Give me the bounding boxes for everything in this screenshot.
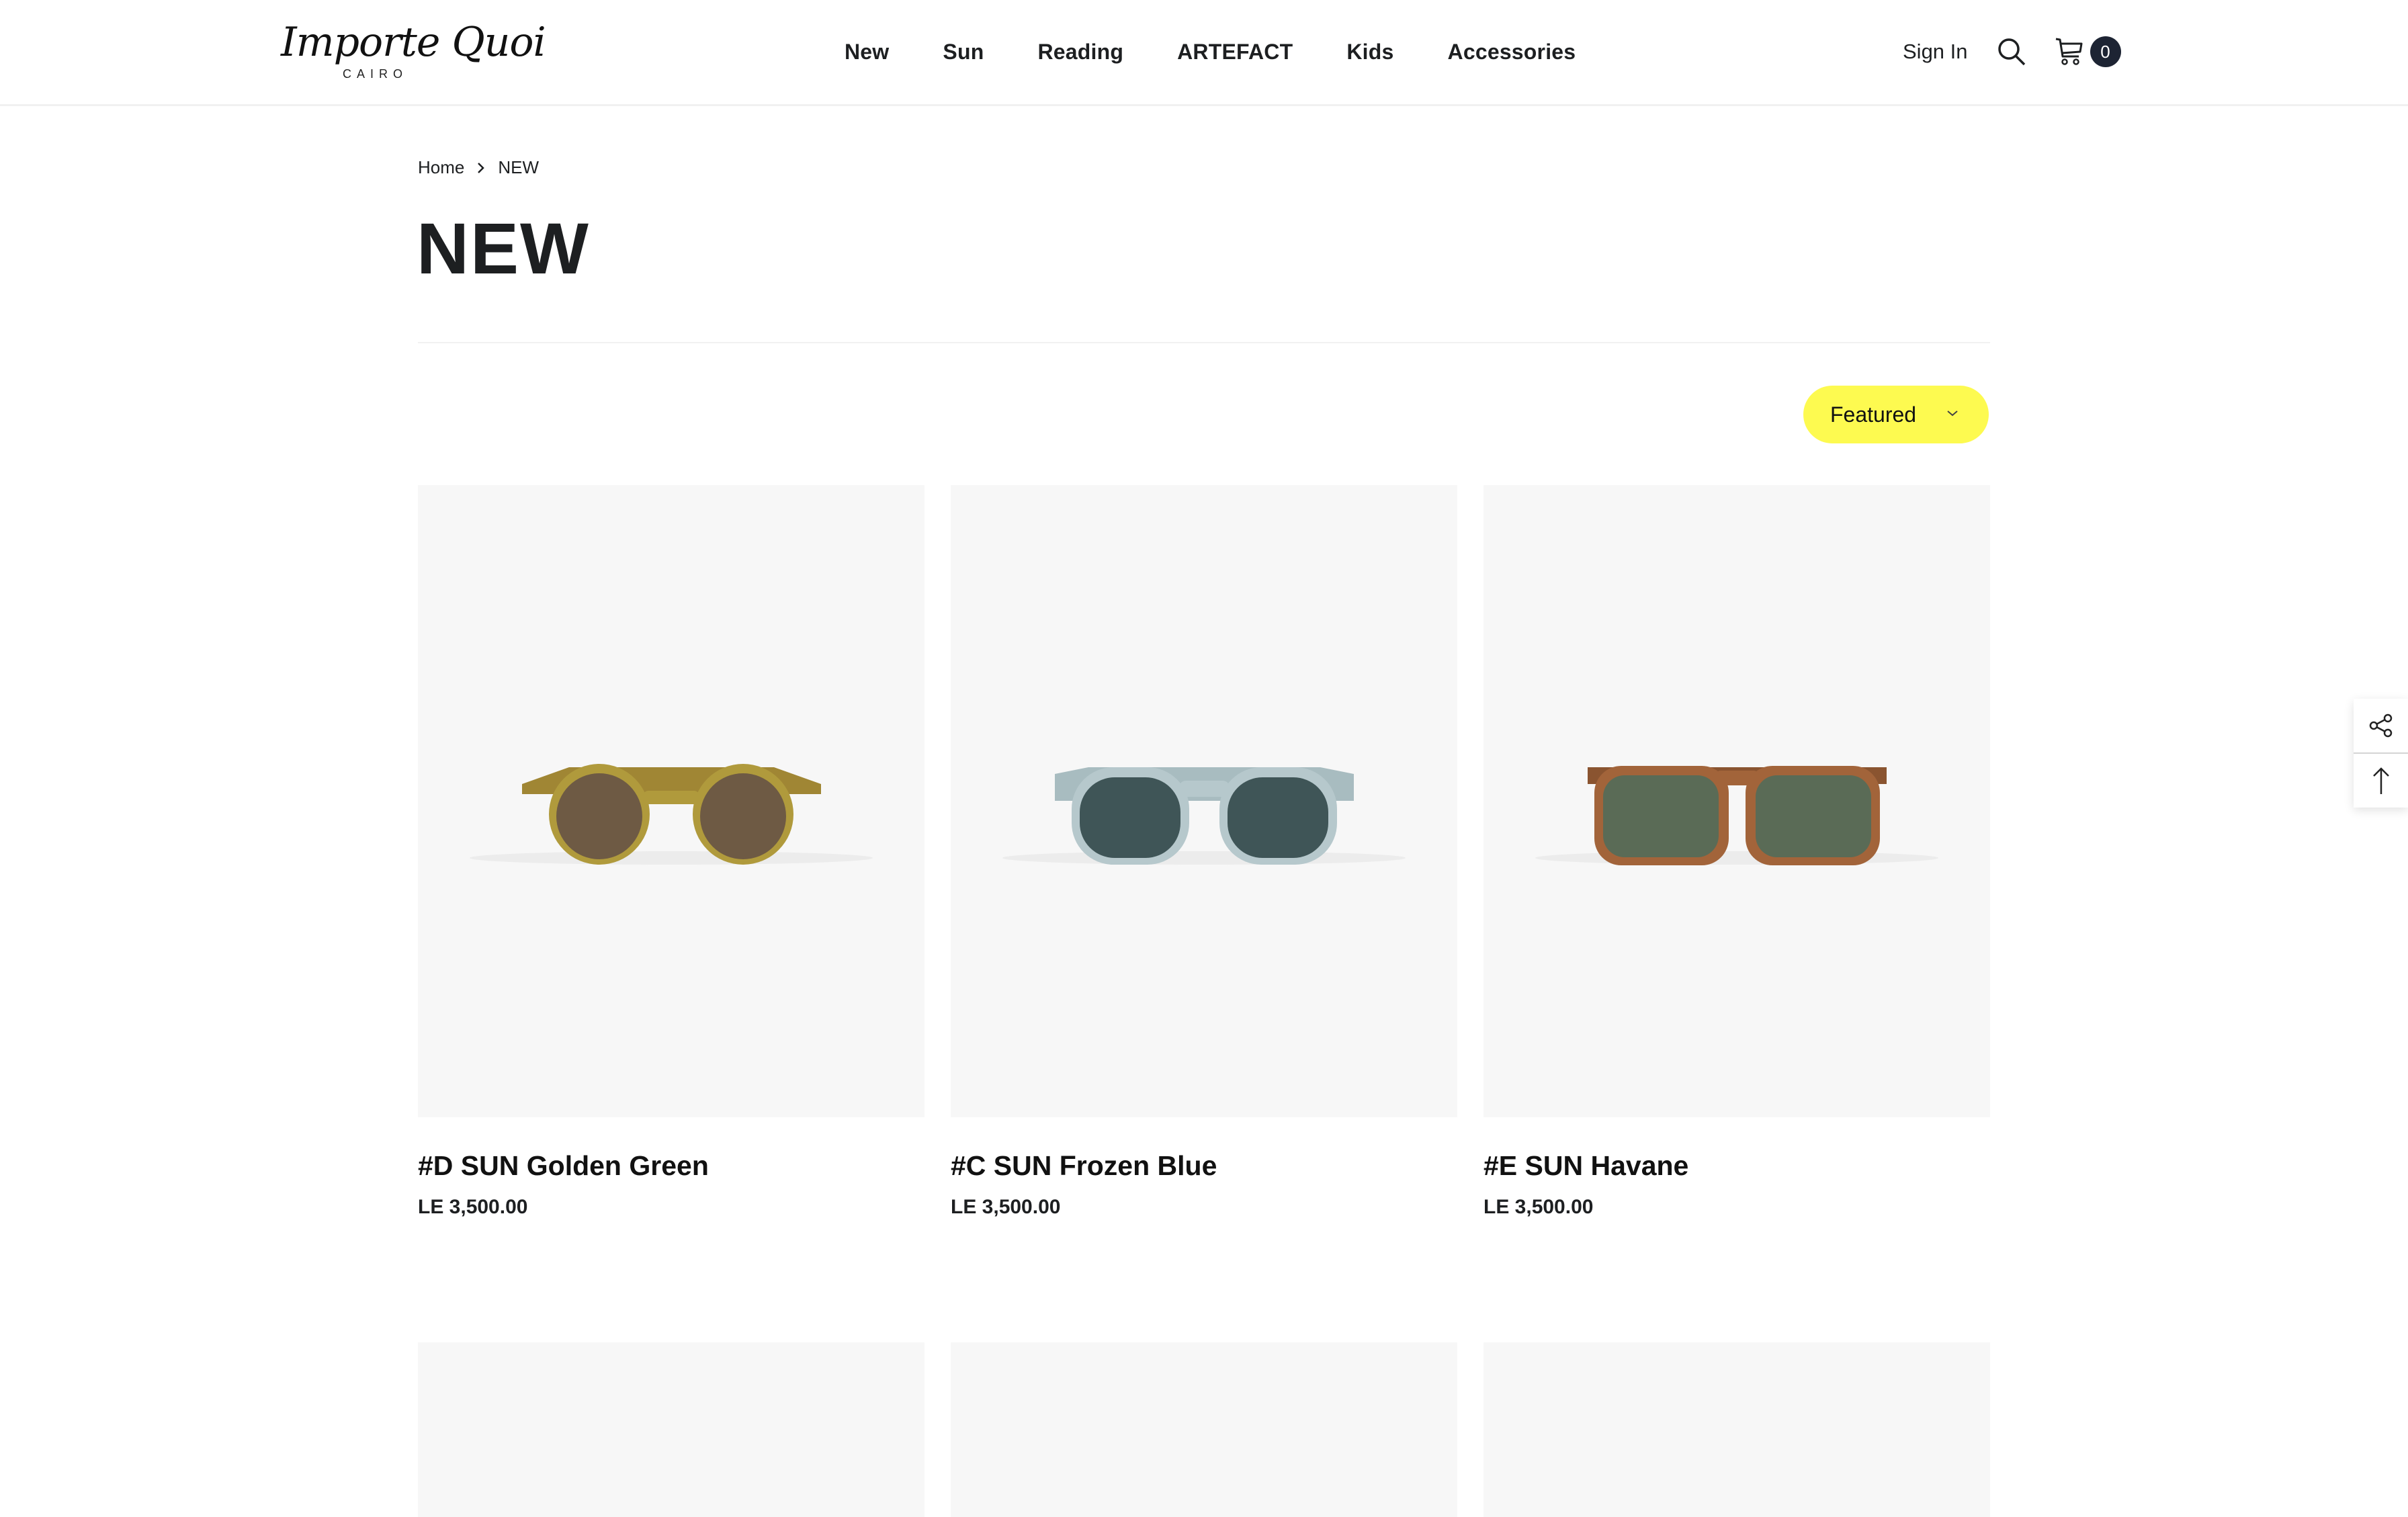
- cart-icon: [2055, 38, 2083, 65]
- chevron-right-icon: [476, 161, 486, 175]
- breadcrumb: Home NEW: [418, 157, 539, 178]
- product-card[interactable]: #D SUN Golden Green LE 3,500.00: [418, 485, 924, 1218]
- nav-item-new[interactable]: New: [845, 40, 889, 64]
- sunglasses-square-image: [1535, 766, 1938, 865]
- product-price: LE 3,500.00: [951, 1196, 1061, 1218]
- product-name[interactable]: #C SUN Frozen Blue: [951, 1150, 1217, 1182]
- logo-subtitle: CAIRO: [343, 67, 408, 81]
- chevron-down-icon: [1947, 410, 1958, 417]
- product-image[interactable]: [951, 485, 1457, 1117]
- header-actions: Sign In 0: [1903, 28, 2121, 75]
- back-to-top-button[interactable]: [2354, 754, 2408, 808]
- logo-text: Importe Quoi: [281, 19, 546, 66]
- share-button[interactable]: [2354, 699, 2408, 752]
- cart-button[interactable]: [2053, 35, 2086, 69]
- sunglasses-round-image: [470, 764, 873, 865]
- site-header: Importe Quoi CAIRO New Sun Reading ARTEF…: [0, 0, 2408, 106]
- product-price: LE 3,500.00: [418, 1196, 528, 1218]
- product-card-placeholder[interactable]: [418, 1342, 924, 1517]
- logo[interactable]: Importe Quoi CAIRO: [281, 19, 546, 86]
- breadcrumb-home[interactable]: Home: [418, 157, 464, 178]
- cart-count-badge: 0: [2090, 36, 2121, 67]
- nav-item-kids[interactable]: Kids: [1346, 40, 1393, 64]
- product-card[interactable]: #C SUN Frozen Blue LE 3,500.00: [951, 485, 1457, 1218]
- product-image[interactable]: [1484, 485, 1990, 1117]
- nav-item-accessories[interactable]: Accessories: [1448, 40, 1576, 64]
- product-card[interactable]: #E SUN Havane LE 3,500.00: [1484, 485, 1990, 1218]
- sort-dropdown[interactable]: Featured: [1803, 386, 1989, 443]
- side-tools: [2354, 699, 2408, 808]
- arrow-up-icon: [2372, 767, 2389, 794]
- product-card-placeholder[interactable]: [1484, 1342, 1990, 1517]
- page-title: NEW: [417, 208, 590, 289]
- product-image[interactable]: [418, 485, 924, 1117]
- share-icon: [2369, 713, 2392, 738]
- main-nav: New Sun Reading ARTEFACT Kids Accessorie…: [845, 35, 1576, 69]
- product-card-placeholder[interactable]: [951, 1342, 1457, 1517]
- product-name[interactable]: #D SUN Golden Green: [418, 1150, 709, 1182]
- nav-item-sun[interactable]: Sun: [943, 40, 984, 64]
- search-icon: [1997, 38, 2025, 66]
- nav-item-artefact[interactable]: ARTEFACT: [1177, 40, 1293, 64]
- breadcrumb-current: NEW: [498, 157, 540, 177]
- sort-selected-label: Featured: [1830, 402, 1917, 427]
- search-button[interactable]: [1995, 35, 2028, 69]
- sunglasses-panto-image: [1002, 767, 1406, 865]
- product-name[interactable]: #E SUN Havane: [1484, 1150, 1688, 1182]
- divider: [418, 342, 1990, 343]
- nav-item-reading[interactable]: Reading: [1037, 40, 1123, 64]
- product-price: LE 3,500.00: [1484, 1196, 1594, 1218]
- sign-in-link[interactable]: Sign In: [1903, 40, 1968, 64]
